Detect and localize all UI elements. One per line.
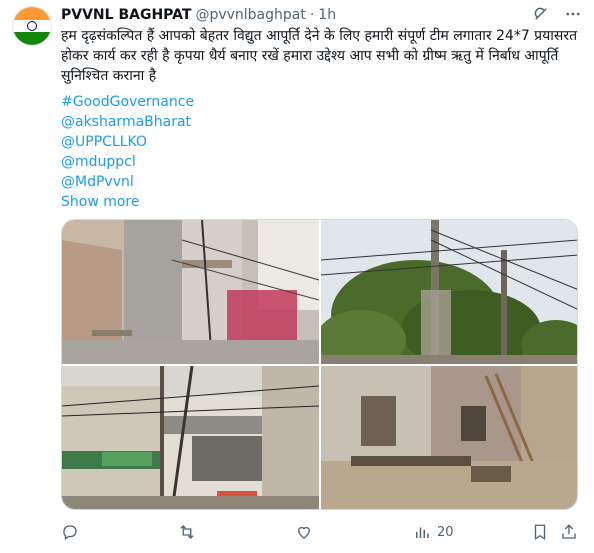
retweet-button[interactable] [178,523,196,541]
heart-icon [298,526,310,539]
views-button[interactable]: 20 [413,523,454,541]
share-icon [562,524,576,539]
retweet-icon [180,525,194,539]
hashtag-list: #GoodGovernance @aksharmaBharat @UPPCLLK… [61,92,581,192]
views-count: 20 [437,524,454,540]
mention-mduppcl[interactable]: @mduppcl [61,152,581,172]
mention-uppcllko[interactable]: @UPPCLLKO [61,132,581,152]
mention-mdpvvnl[interactable]: @MdPvvnl [61,172,581,192]
tweet-time[interactable]: 1h [318,7,336,23]
bookmark-icon [534,524,546,541]
photo-3[interactable] [62,366,319,509]
views-icon [416,527,429,538]
hashtag-good-governance[interactable]: #GoodGovernance [61,92,581,112]
reply-icon [63,525,77,541]
photo-4[interactable] [321,366,577,509]
mention-aksharmabharat[interactable]: @aksharmaBharat [61,112,581,132]
photo-2[interactable] [321,220,577,364]
avatar[interactable] [12,6,52,46]
bookmark-button[interactable] [531,523,549,541]
reply-button[interactable] [61,523,79,541]
grok-icon[interactable] [532,5,550,23]
author-handle[interactable]: @pvvnlbaghpat [195,7,305,23]
share-button[interactable] [560,523,578,541]
separator-dot: · [309,7,315,23]
action-bar: 20 [61,522,578,542]
photo-1[interactable] [62,220,319,364]
tweet-text: हम दृढ़संकल्पित हैं आपको बेहतर विद्युत आ… [61,28,578,84]
tweet-header: PVVNL BAGHPAT @pvvnlbaghpat · 1h [61,5,582,25]
flag-green [13,32,51,45]
flag-saffron [13,7,51,20]
author-name[interactable]: PVVNL BAGHPAT [61,7,191,23]
more-icon[interactable] [564,5,582,23]
media-grid [61,219,578,510]
chakra-icon [27,21,37,31]
show-more-link[interactable]: Show more [61,194,140,210]
tweet-body: हम दृढ़संकल्पित हैं आपको बेहतर विद्युत आ… [61,26,581,212]
header-actions [532,5,582,23]
like-button[interactable] [295,523,313,541]
